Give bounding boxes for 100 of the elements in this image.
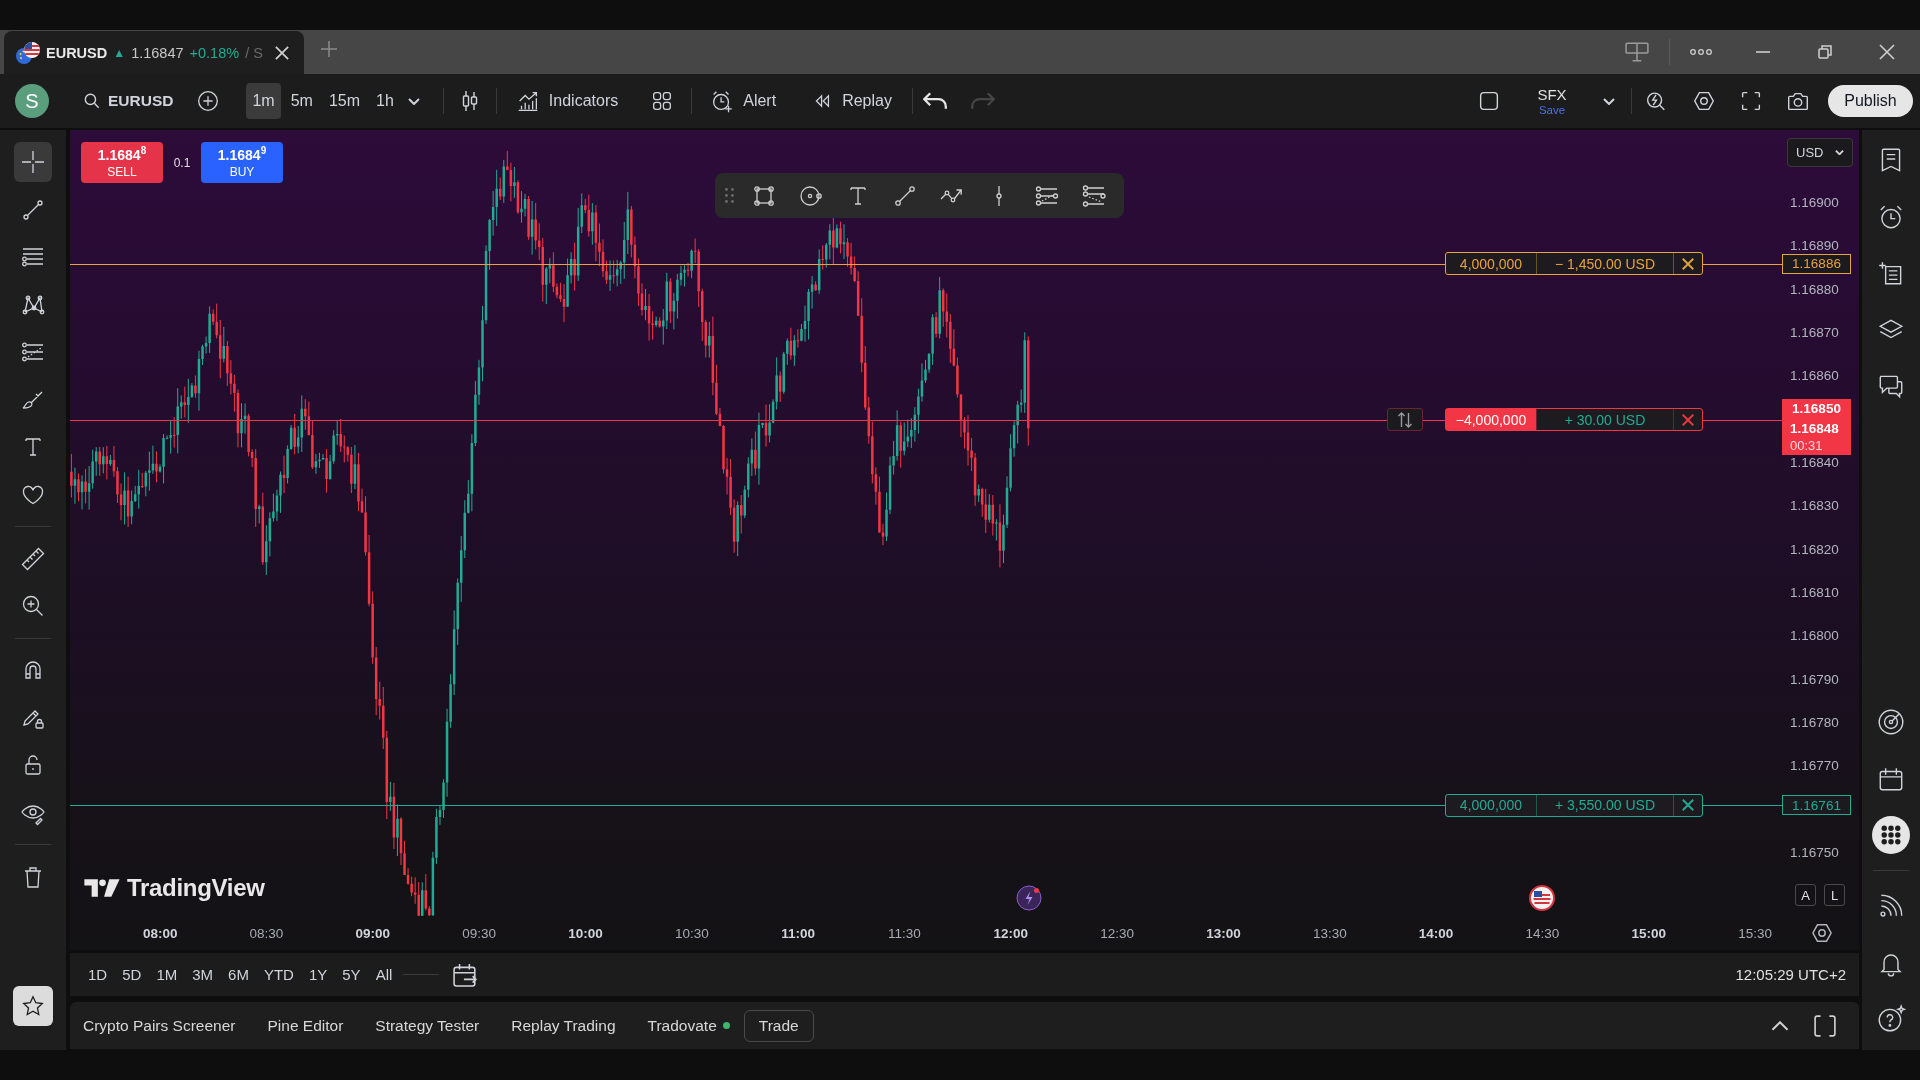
reverse-position-button[interactable] [1387,408,1423,432]
panel-tab-button[interactable]: Strategy Tester [375,1008,480,1043]
last-price-label: 1.16848 [1790,420,1839,437]
currency-dropdown[interactable]: USD [1787,138,1853,167]
range-button[interactable]: 5D [118,959,146,990]
monitor-icon [1625,40,1649,64]
help-icon [1876,1004,1906,1034]
price-tick-label: 1.16880 [1790,281,1839,298]
time-tick-label: 11:30 [887,925,922,941]
range-button[interactable]: 1Y [304,959,332,990]
time-tick-label: 11:00 [780,925,817,941]
price-tick-label: 1.16860 [1790,368,1839,385]
order-quantity: 4,000,000 [1446,253,1537,275]
time-tick-label: 09:30 [461,925,498,941]
chevron-down-icon [1835,150,1845,155]
range-button[interactable]: 1M [152,959,182,990]
sell-button[interactable]: 1.1684$^{8}$ SELL [81,142,163,183]
target-icon [1876,707,1906,737]
close-icon [1682,257,1694,270]
order-pnl: + 3,550.00 USD [1554,796,1656,816]
order-quantity: 4,000,000 [1446,794,1537,816]
settings-icon [1812,923,1833,943]
symbol-search-button[interactable]: EURUSD [81,83,174,119]
price-tick-label: 1.16770 [1790,758,1839,775]
minimize-icon [1756,51,1770,53]
range-button[interactable]: 5Y [338,959,365,990]
panel-tab-button[interactable]: Crypto Pairs Screener [83,1008,236,1043]
countdown-label: 00:31 [1790,437,1823,454]
publish-button[interactable]: Publish [1828,85,1913,117]
interval-button[interactable]: 1h [370,83,400,119]
time-tick-label: 10:00 [567,925,604,941]
chart-tab[interactable]: EURUSD ▲ 1.16847 +0.18% / S [4,31,304,74]
time-tick-label: 10:30 [673,925,710,941]
close-icon [1682,413,1694,426]
crosshair-icon [19,148,47,176]
order-quantity: −4,000,000 [1446,409,1537,431]
price-tick-label: 1.16830 [1790,498,1839,515]
trade-button[interactable]: Trade [743,1009,814,1042]
chevron-up-icon [1771,1020,1789,1031]
interval-button[interactable]: 15m [322,83,367,119]
drag-handle-icon[interactable] [725,188,734,203]
auto-scale-button[interactable]: A [1795,884,1816,906]
order-pnl: + 30.00 USD [1563,410,1647,430]
time-tick-label: 08:00 [141,925,179,941]
order-label[interactable]: −4,000,000 + 30.00 USD [1445,408,1703,432]
dots-grid-icon [1872,816,1910,854]
price-tag: 1.16761 [1782,795,1851,816]
price-tag: 1.16850 [1782,398,1851,419]
interval-button[interactable]: 1m [246,83,281,119]
calendar-arrow-icon [453,962,478,987]
order-label[interactable]: 4,000,000 − 1,450.00 USD [1445,252,1703,276]
panel-tab-button[interactable]: Replay Trading [511,1008,616,1043]
chevron-down-icon [407,97,420,105]
broker-tab-button[interactable]: Tradovate [647,1008,730,1043]
star-icon [20,993,46,1019]
indicators-button[interactable]: Indicators [508,83,625,119]
currency-pair-icon [16,41,40,64]
alert-button[interactable]: Alert [703,83,783,119]
price-tick-label: 1.16800 [1790,628,1839,645]
time-tick-label: 08:30 [248,925,285,941]
time-tick-label: 13:00 [1205,925,1242,941]
interval-button[interactable]: 5m [284,83,319,119]
spread-label: 0.1 [173,155,191,170]
more-icon [1690,49,1712,55]
price-tick-label: 1.16890 [1790,238,1839,255]
range-button[interactable]: 1D [84,959,112,990]
buy-button[interactable]: 1.1684$^{9}$ BUY [201,142,283,183]
price-tick-label: 1.16900 [1790,195,1839,211]
favorites-button[interactable] [13,986,53,1026]
flag-event-icon[interactable] [1529,885,1555,911]
price-tick-label: 1.16780 [1790,715,1839,731]
products-button[interactable] [1869,813,1913,857]
axis-settings-button[interactable] [1811,922,1834,944]
vertical-line-icon [996,184,1002,207]
panel-tab-button[interactable]: Pine Editor [267,1008,344,1043]
time-tick-label: 15:30 [1737,925,1773,941]
lightning-event-icon[interactable] [1016,885,1042,911]
time-tick-label: 13:30 [1311,925,1348,941]
close-icon [275,45,289,60]
price-tag: 1.16886 [1782,253,1851,274]
layout-save-button[interactable]: SFX Save [1527,81,1577,121]
chevron-down-icon [1603,97,1615,105]
price-tick-label: 1.16750 [1790,845,1839,861]
range-button[interactable]: 3M [188,959,218,990]
log-scale-button[interactable]: L [1824,884,1845,906]
plus-icon [320,40,338,58]
clock-label: 12:05:29 UTC+2 [1735,966,1846,983]
time-tick-label: 15:00 [1630,925,1667,941]
crosshair-tool-button[interactable] [14,142,52,182]
range-button[interactable]: YTD [259,959,298,990]
price-tick-label: 1.16820 [1790,541,1839,558]
replay-button[interactable]: Replay [804,83,898,119]
price-tick-label: 1.16790 [1790,671,1839,688]
price-tick-label: 1.16810 [1790,585,1839,601]
time-tick-label: 14:30 [1524,925,1561,941]
order-label[interactable]: 4,000,000 + 3,550.00 USD [1445,793,1703,817]
range-button[interactable]: All [371,959,397,990]
range-button[interactable]: 6M [224,959,253,990]
time-tick-label: 14:00 [1417,925,1455,941]
price-tick-label: 1.16840 [1790,455,1839,471]
